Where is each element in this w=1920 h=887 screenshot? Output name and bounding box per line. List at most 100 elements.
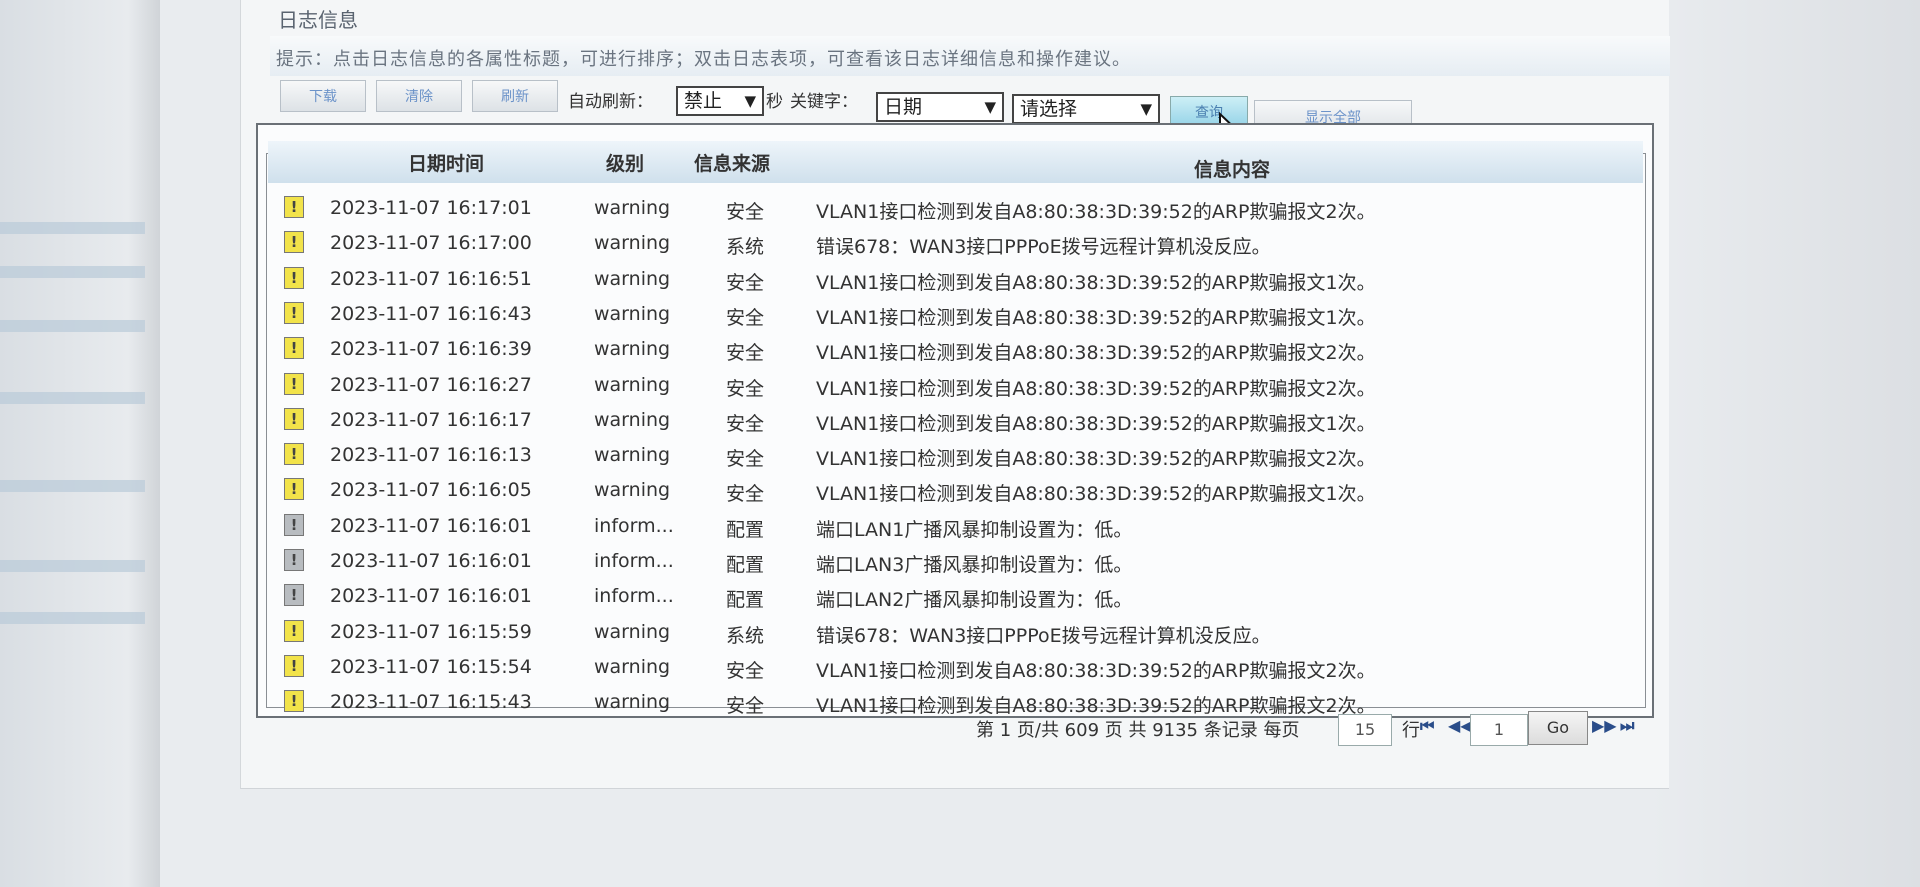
table-row[interactable]: ! 2023-11-07 16:15:54 warning 安全 VLAN1接口检测到发… — [268, 650, 1643, 685]
keyword-field-select[interactable]: 日期 ▼ — [876, 92, 1004, 122]
row-level: warning — [594, 620, 671, 643]
prev-page-icon[interactable]: ◀◀ — [1448, 716, 1473, 735]
row-level: warning — [594, 338, 671, 361]
row-time: 2023-11-07 16:17:01 — [330, 197, 532, 219]
per-page-input[interactable]: 15 — [1338, 714, 1392, 746]
row-content: VLAN1接口检测到发自A8:80:38:3D:39:52的ARP欺骗报文1次。 — [816, 271, 1376, 294]
row-level: warning — [594, 408, 671, 431]
keyword-value-select[interactable]: 请选择 ▼ — [1012, 94, 1160, 124]
table-row[interactable]: ! 2023-11-07 16:16:13 warning 安全 VLAN1接口检测到发… — [268, 438, 1643, 473]
seconds-label: 秒 — [766, 92, 783, 112]
row-time: 2023-11-07 16:16:05 — [330, 479, 532, 502]
pager-summary: 第 1 页/共 609 页 共 9135 条记录 每页 — [976, 720, 1300, 741]
row-content: VLAN1接口检测到发自A8:80:38:3D:39:52的ARP欺骗报文2次。 — [816, 342, 1376, 365]
table-row[interactable]: ! 2023-11-07 16:16:17 warning 安全 VLAN1接口检测到发… — [268, 403, 1643, 438]
panel-title: 日志信息 — [278, 8, 358, 32]
table-row[interactable]: ! 2023-11-07 16:16:27 warning 安全 VLAN1接口检测到发… — [268, 368, 1643, 403]
auto-refresh-value: 禁止 — [684, 90, 723, 112]
warning-icon: ! — [284, 690, 304, 713]
row-time: 2023-11-07 16:15:54 — [330, 655, 532, 678]
row-time: 2023-11-07 16:16:01 — [330, 550, 532, 572]
row-level: warning — [594, 232, 671, 255]
row-level: inform... — [594, 514, 674, 537]
row-level: warning — [594, 691, 671, 714]
table-row[interactable]: ! 2023-11-07 16:16:01 inform... 配置 端口LAN1广播风… — [268, 509, 1643, 544]
warning-icon: ! — [284, 231, 304, 254]
warning-icon: ! — [284, 443, 304, 466]
row-level: warning — [594, 197, 671, 219]
next-page-icon[interactable]: ▶▶ — [1592, 716, 1617, 735]
warning-icon: ! — [284, 301, 304, 324]
table-row[interactable]: ! 2023-11-07 16:16:51 warning 安全 VLAN1接口检测到发… — [268, 262, 1643, 297]
last-page-icon[interactable]: ⏭ — [1620, 716, 1634, 736]
row-content: 端口LAN2广播风暴抑制设置为：低。 — [816, 589, 1133, 612]
table-row[interactable]: ! 2023-11-07 16:16:39 warning 安全 VLAN1接口检测到发… — [268, 332, 1643, 367]
info-icon: ! — [284, 513, 304, 536]
warning-icon: ! — [284, 196, 304, 218]
table-row[interactable]: ! 2023-11-07 16:16:01 inform... 配置 端口LAN3广播风… — [268, 544, 1643, 579]
column-header-level[interactable]: 级别 — [606, 149, 644, 176]
row-content: 端口LAN3广播风暴抑制设置为：低。 — [816, 554, 1133, 576]
row-content: 错误678：WAN3接口PPPoE拨号远程计算机没反应。 — [816, 624, 1271, 647]
table-row[interactable]: ! 2023-11-07 16:16:43 warning 安全 VLAN1接口检测到发… — [268, 297, 1643, 332]
column-header-datetime[interactable]: 日期时间 — [408, 149, 484, 176]
table-header: 日期时间 级别 信息来源 信息内容 — [268, 141, 1643, 183]
row-content: VLAN1接口检测到发自A8:80:38:3D:39:52的ARP欺骗报文2次。 — [816, 659, 1376, 682]
clear-button[interactable]: 清除 — [376, 80, 462, 112]
row-level: warning — [594, 655, 671, 678]
row-source: 安全 — [726, 695, 765, 718]
table-row[interactable]: ! 2023-11-07 16:15:43 warning 安全 VLAN1接口检测到发… — [268, 685, 1643, 718]
row-source: 配置 — [726, 589, 765, 612]
row-time: 2023-11-07 16:16:01 — [330, 585, 532, 608]
auto-refresh-select[interactable]: 禁止 ▼ — [676, 86, 764, 116]
first-page-icon[interactable]: ⏮ — [1420, 716, 1434, 736]
row-source: 配置 — [726, 518, 765, 541]
row-source: 系统 — [726, 236, 765, 259]
refresh-button[interactable]: 刷新 — [472, 80, 558, 112]
chevron-down-icon: ▼ — [1140, 100, 1152, 118]
row-time: 2023-11-07 16:17:00 — [330, 232, 532, 255]
background-left — [0, 0, 160, 887]
auto-refresh-label: 自动刷新： — [568, 92, 653, 112]
row-time: 2023-11-07 16:16:43 — [330, 302, 532, 325]
row-time: 2023-11-07 16:15:43 — [330, 691, 532, 714]
page-input[interactable]: 1 — [1470, 714, 1528, 746]
row-time: 2023-11-07 16:16:39 — [330, 338, 532, 361]
keyword-label: 关键字： — [790, 92, 858, 112]
info-icon: ! — [284, 549, 304, 571]
row-source: 安全 — [726, 271, 765, 294]
row-source: 安全 — [726, 659, 765, 682]
row-content: VLAN1接口检测到发自A8:80:38:3D:39:52的ARP欺骗报文2次。 — [816, 201, 1376, 223]
column-header-content[interactable]: 信息内容 — [1194, 155, 1270, 182]
row-source: 安全 — [726, 448, 765, 471]
table-row[interactable]: ! 2023-11-07 16:16:05 warning 安全 VLAN1接口检测到发… — [268, 473, 1643, 508]
table-row[interactable]: ! 2023-11-07 16:17:00 warning 系统 错误678：WAN3接… — [268, 226, 1643, 261]
log-table: 日期时间 级别 信息来源 信息内容 ! 2023-11-07 16:17:01 wa… — [256, 123, 1654, 718]
table-row[interactable]: ! 2023-11-07 16:15:59 warning 系统 错误678：WAN3接… — [268, 615, 1643, 650]
go-button[interactable]: Go — [1528, 711, 1588, 745]
chevron-down-icon: ▼ — [744, 92, 756, 110]
background-stripe — [0, 320, 145, 332]
warning-icon: ! — [284, 654, 304, 677]
row-time: 2023-11-07 16:16:27 — [330, 373, 532, 396]
table-row[interactable]: ! 2023-11-07 16:17:01 warning 安全 VLAN1接口检测到发… — [268, 191, 1643, 226]
tip-text: 提示：点击日志信息的各属性标题，可进行排序；双击日志表项，可查看该日志详细信息和… — [276, 49, 1131, 70]
warning-icon: ! — [284, 619, 304, 642]
row-time: 2023-11-07 16:15:59 — [330, 620, 532, 643]
row-level: warning — [594, 479, 671, 502]
keyword-value: 请选择 — [1020, 98, 1078, 120]
background-stripe — [0, 560, 145, 572]
column-header-source[interactable]: 信息来源 — [694, 149, 770, 176]
row-source: 安全 — [726, 201, 765, 223]
row-content: VLAN1接口检测到发自A8:80:38:3D:39:52的ARP欺骗报文2次。 — [816, 448, 1376, 471]
rows-label: 行 — [1402, 720, 1420, 741]
row-level: warning — [594, 373, 671, 396]
row-source: 安全 — [726, 412, 765, 435]
row-level: inform... — [594, 550, 674, 572]
download-button[interactable]: 下载 — [280, 80, 366, 112]
row-content: 错误678：WAN3接口PPPoE拨号远程计算机没反应。 — [816, 236, 1271, 259]
table-row[interactable]: ! 2023-11-07 16:16:01 inform... 配置 端口LAN2广播风… — [268, 579, 1643, 614]
row-time: 2023-11-07 16:16:17 — [330, 408, 532, 431]
row-level: warning — [594, 444, 671, 467]
row-content: VLAN1接口检测到发自A8:80:38:3D:39:52的ARP欺骗报文1次。 — [816, 483, 1376, 506]
